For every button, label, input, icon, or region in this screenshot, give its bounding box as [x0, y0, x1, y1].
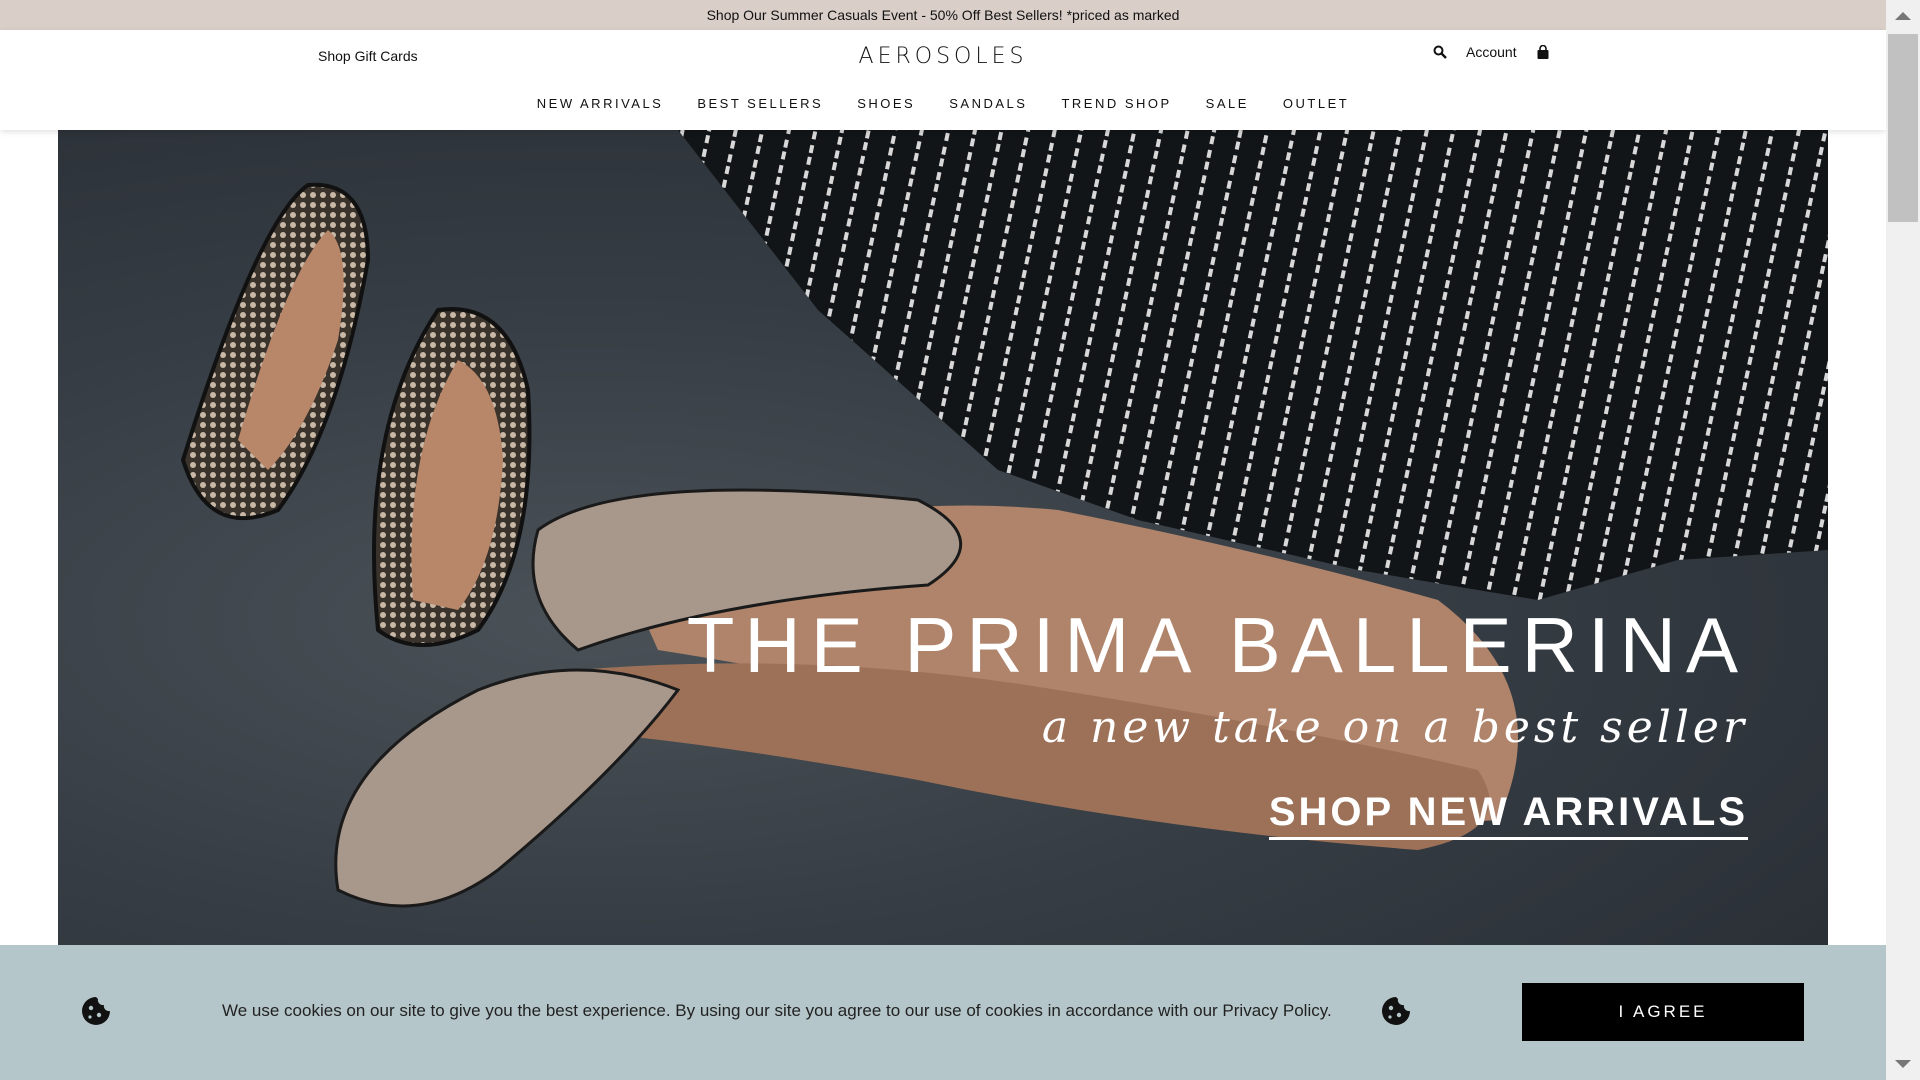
nav-item-sale[interactable]: SALE [1206, 96, 1249, 111]
scroll-up-icon[interactable] [1895, 12, 1911, 20]
scroll-down-icon[interactable] [1895, 1060, 1911, 1068]
nav-item-best-sellers[interactable]: BEST SELLERS [697, 96, 823, 111]
brand-logo[interactable]: AEROSOLES [0, 44, 1886, 69]
header-utilities: Account [1432, 44, 1551, 60]
nav-item-sandals[interactable]: SANDALS [949, 96, 1027, 111]
nav-item-new-arrivals[interactable]: NEW ARRIVALS [537, 96, 664, 111]
hero-title: THE PRIMA BALLERINA [686, 601, 1748, 689]
site-header: Shop Gift Cards AEROSOLES Account NEW AR… [0, 30, 1886, 130]
scroll-thumb[interactable] [1888, 34, 1918, 222]
scrollbar[interactable] [1886, 0, 1920, 1080]
search-icon[interactable] [1432, 44, 1448, 60]
promo-text[interactable]: Shop Our Summer Casuals Event - 50% Off … [707, 7, 1180, 23]
main-nav: NEW ARRIVALS BEST SELLERS SHOES SANDALS … [0, 96, 1886, 111]
page: Shop Our Summer Casuals Event - 50% Off … [0, 0, 1886, 1080]
agree-button[interactable]: I AGREE [1522, 983, 1804, 1041]
nav-item-outlet[interactable]: OUTLET [1283, 96, 1349, 111]
account-link[interactable]: Account [1466, 44, 1517, 60]
cookie-icon [80, 995, 112, 1027]
hero-banner[interactable]: THE PRIMA BALLERINA a new take on a best… [58, 130, 1828, 945]
nav-item-shoes[interactable]: SHOES [857, 96, 915, 111]
promo-bar[interactable]: Shop Our Summer Casuals Event - 50% Off … [0, 0, 1886, 30]
cookie-icon [1380, 995, 1412, 1027]
cookie-message: We use cookies on our site to give you t… [222, 1001, 1332, 1020]
nav-item-trend-shop[interactable]: TREND SHOP [1061, 96, 1171, 111]
cookie-banner: We use cookies on our site to give you t… [0, 945, 1886, 1080]
hero-subtitle: a new take on a best seller [1041, 702, 1748, 753]
shop-new-arrivals-link[interactable]: SHOP NEW ARRIVALS [1268, 790, 1748, 840]
shopping-bag-icon[interactable] [1535, 44, 1551, 60]
